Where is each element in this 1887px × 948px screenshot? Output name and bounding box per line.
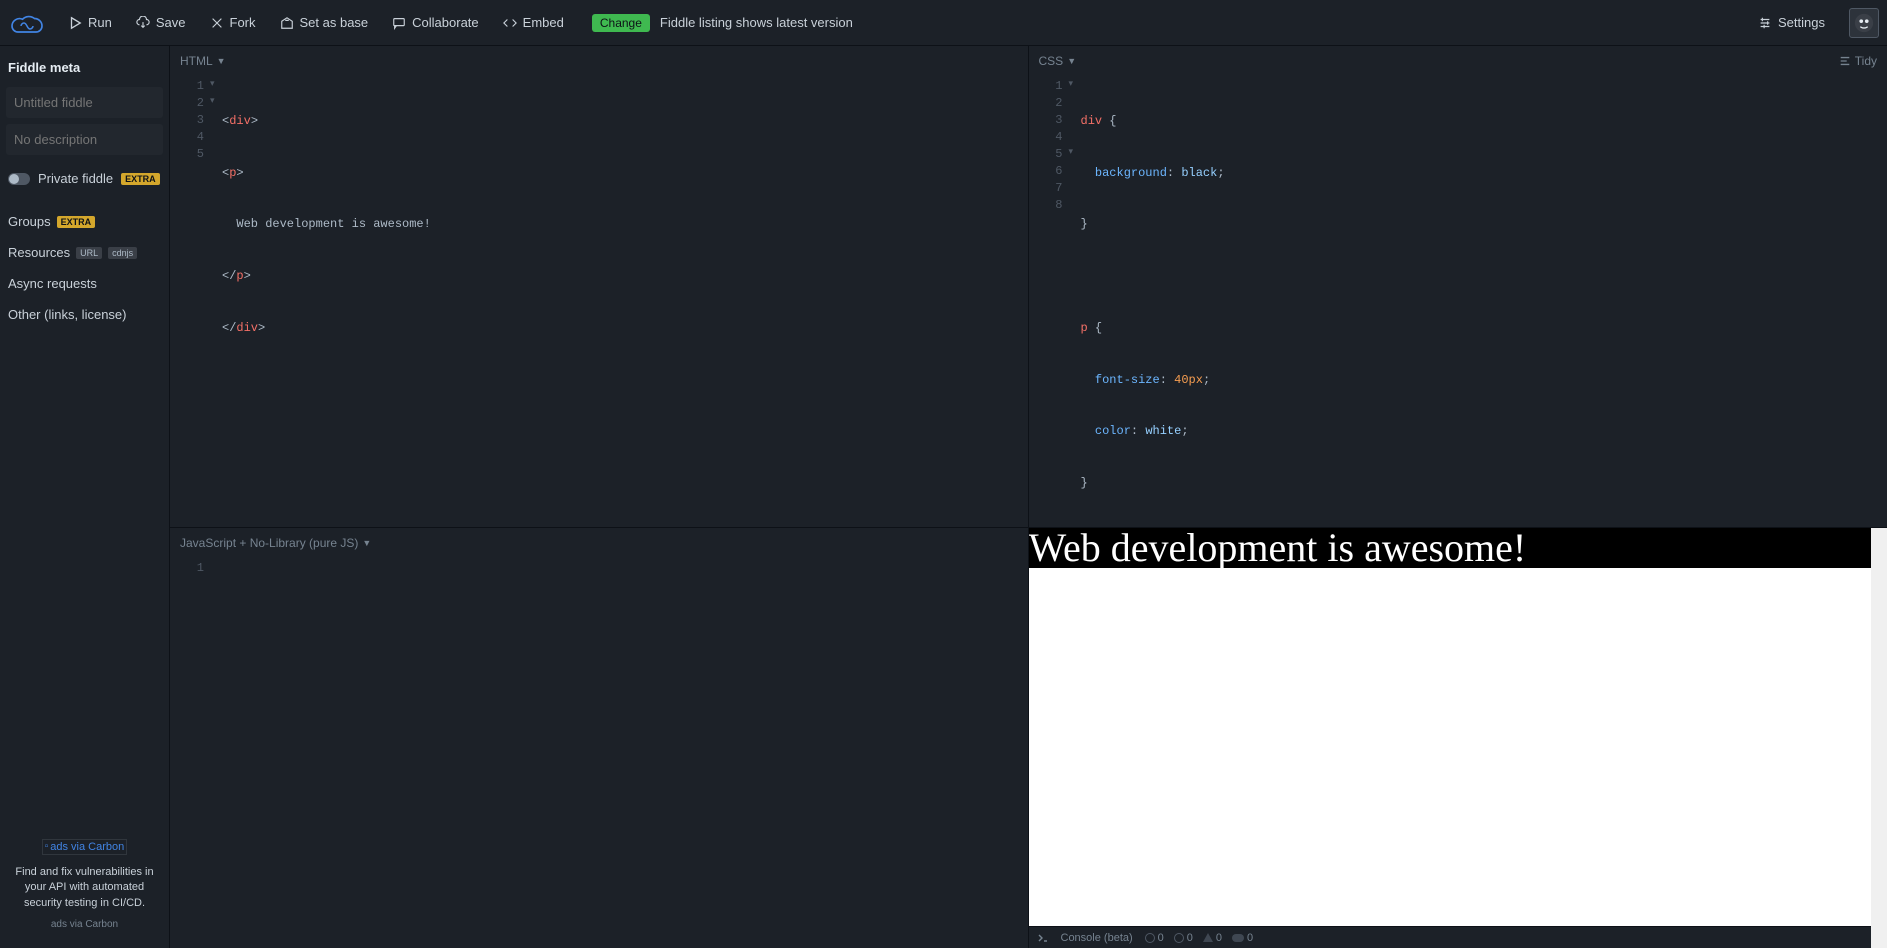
settings-button[interactable]: Settings <box>1748 10 1835 35</box>
html-editor[interactable]: 12345 ▾▾ <div> <p> Web development is aw… <box>170 76 1028 527</box>
chevron-down-icon: ▼ <box>1067 56 1076 66</box>
fiddle-desc-input[interactable] <box>6 124 163 155</box>
html-pane-label[interactable]: HTML ▼ <box>180 54 226 68</box>
embed-label: Embed <box>523 15 564 30</box>
private-fiddle-row: Private fiddle EXTRA <box>6 169 163 188</box>
sidebar: Fiddle meta Private fiddle EXTRA Groups … <box>0 46 170 948</box>
status-log: 0 <box>1174 932 1193 944</box>
play-icon <box>68 16 82 30</box>
js-pane-label[interactable]: JavaScript + No-Library (pure JS) ▼ <box>180 536 371 550</box>
private-toggle[interactable] <box>8 173 30 185</box>
fork-icon <box>210 16 224 30</box>
cdnjs-badge: cdnjs <box>108 247 137 259</box>
fiddle-title-input[interactable] <box>6 87 163 118</box>
extra-badge: EXTRA <box>121 173 160 185</box>
main: Fiddle meta Private fiddle EXTRA Groups … <box>0 46 1887 948</box>
js-editor[interactable]: 1 <box>170 558 1028 948</box>
status-warn: 0 <box>1203 932 1222 944</box>
sidebar-item-resources[interactable]: Resources URL cdnjs <box>6 237 163 268</box>
html-pane: HTML ▼ 12345 ▾▾ <div> <p> Web developmen… <box>170 46 1029 528</box>
collaborate-button[interactable]: Collaborate <box>382 10 489 35</box>
chat-icon <box>392 16 406 30</box>
code-icon <box>503 16 517 30</box>
preview-text: Web development is awesome! <box>1029 528 1872 568</box>
console-status: 0 0 0 0 <box>1145 932 1254 944</box>
collaborate-label: Collaborate <box>412 15 479 30</box>
extra-badge: EXTRA <box>57 216 96 228</box>
console-footer: Console (beta) 0 0 0 0 <box>1029 926 1887 948</box>
sidebar-ad: ads via Carbon Find and fix vulnerabilit… <box>6 829 163 940</box>
js-pane: JavaScript + No-Library (pure JS) ▼ 1 <box>170 528 1029 948</box>
status-info: 0 <box>1145 932 1164 944</box>
set-as-base-label: Set as base <box>300 15 369 30</box>
fork-label: Fork <box>230 15 256 30</box>
run-label: Run <box>88 15 112 30</box>
preview-div: Web development is awesome! <box>1029 528 1872 568</box>
listing-text: Fiddle listing shows latest version <box>660 15 853 30</box>
ad-footer[interactable]: ads via Carbon <box>10 919 159 930</box>
groups-label: Groups <box>8 214 51 229</box>
css-pane-label[interactable]: CSS ▼ <box>1039 54 1077 68</box>
result-pane: Web development is awesome! Console (bet… <box>1029 528 1887 948</box>
css-pane: CSS ▼ Tidy 12345678 ▾▾ div { background: <box>1029 46 1887 528</box>
html-code-body[interactable]: <div> <p> Web development is awesome! </… <box>222 76 431 527</box>
sidebar-item-groups[interactable]: Groups EXTRA <box>6 206 163 237</box>
tidy-icon <box>1839 55 1851 67</box>
sidebar-item-other[interactable]: Other (links, license) <box>6 299 163 330</box>
set-as-base-button[interactable]: Set as base <box>270 10 379 35</box>
css-code-body[interactable]: div { background: black; } p { font-size… <box>1081 76 1225 527</box>
tag-icon <box>280 16 294 30</box>
embed-button[interactable]: Embed <box>493 10 574 35</box>
jsfiddle-logo[interactable] <box>8 9 46 37</box>
status-error: 0 <box>1232 932 1253 944</box>
sliders-icon <box>1758 16 1772 30</box>
other-label: Other (links, license) <box>8 307 126 322</box>
change-badge[interactable]: Change <box>592 14 650 32</box>
run-button[interactable]: Run <box>58 10 122 35</box>
ad-image-link[interactable]: ads via Carbon <box>42 839 128 855</box>
url-badge: URL <box>76 247 102 259</box>
fiddle-meta-title: Fiddle meta <box>6 54 163 81</box>
chevron-down-icon: ▼ <box>362 538 371 548</box>
result-scrollbar[interactable] <box>1871 528 1887 948</box>
html-gutter: 12345 <box>170 76 210 527</box>
resources-label: Resources <box>8 245 70 260</box>
css-gutter: 12345678 <box>1029 76 1069 527</box>
save-button[interactable]: Save <box>126 10 196 35</box>
js-gutter: 1 <box>170 558 210 948</box>
tidy-button[interactable]: Tidy <box>1839 54 1877 68</box>
async-label: Async requests <box>8 276 97 291</box>
private-label: Private fiddle <box>38 171 113 186</box>
ad-text[interactable]: Find and fix vulnerabilities in your API… <box>10 865 159 911</box>
sidebar-item-async[interactable]: Async requests <box>6 268 163 299</box>
css-editor[interactable]: 12345678 ▾▾ div { background: black; } p… <box>1029 76 1887 527</box>
console-label[interactable]: Console (beta) <box>1061 932 1133 944</box>
terminal-icon <box>1037 932 1049 944</box>
avatar[interactable] <box>1849 8 1879 38</box>
topbar: Run Save Fork Set as base Collaborate Em… <box>0 0 1887 46</box>
fork-button[interactable]: Fork <box>200 10 266 35</box>
result-body: Web development is awesome! <box>1029 528 1872 926</box>
settings-label: Settings <box>1778 15 1825 30</box>
save-label: Save <box>156 15 186 30</box>
css-fold: ▾▾ <box>1069 76 1081 527</box>
html-fold: ▾▾ <box>210 76 222 527</box>
cloud-down-icon <box>136 16 150 30</box>
editors-grid: HTML ▼ 12345 ▾▾ <div> <p> Web developmen… <box>170 46 1887 948</box>
chevron-down-icon: ▼ <box>217 56 226 66</box>
